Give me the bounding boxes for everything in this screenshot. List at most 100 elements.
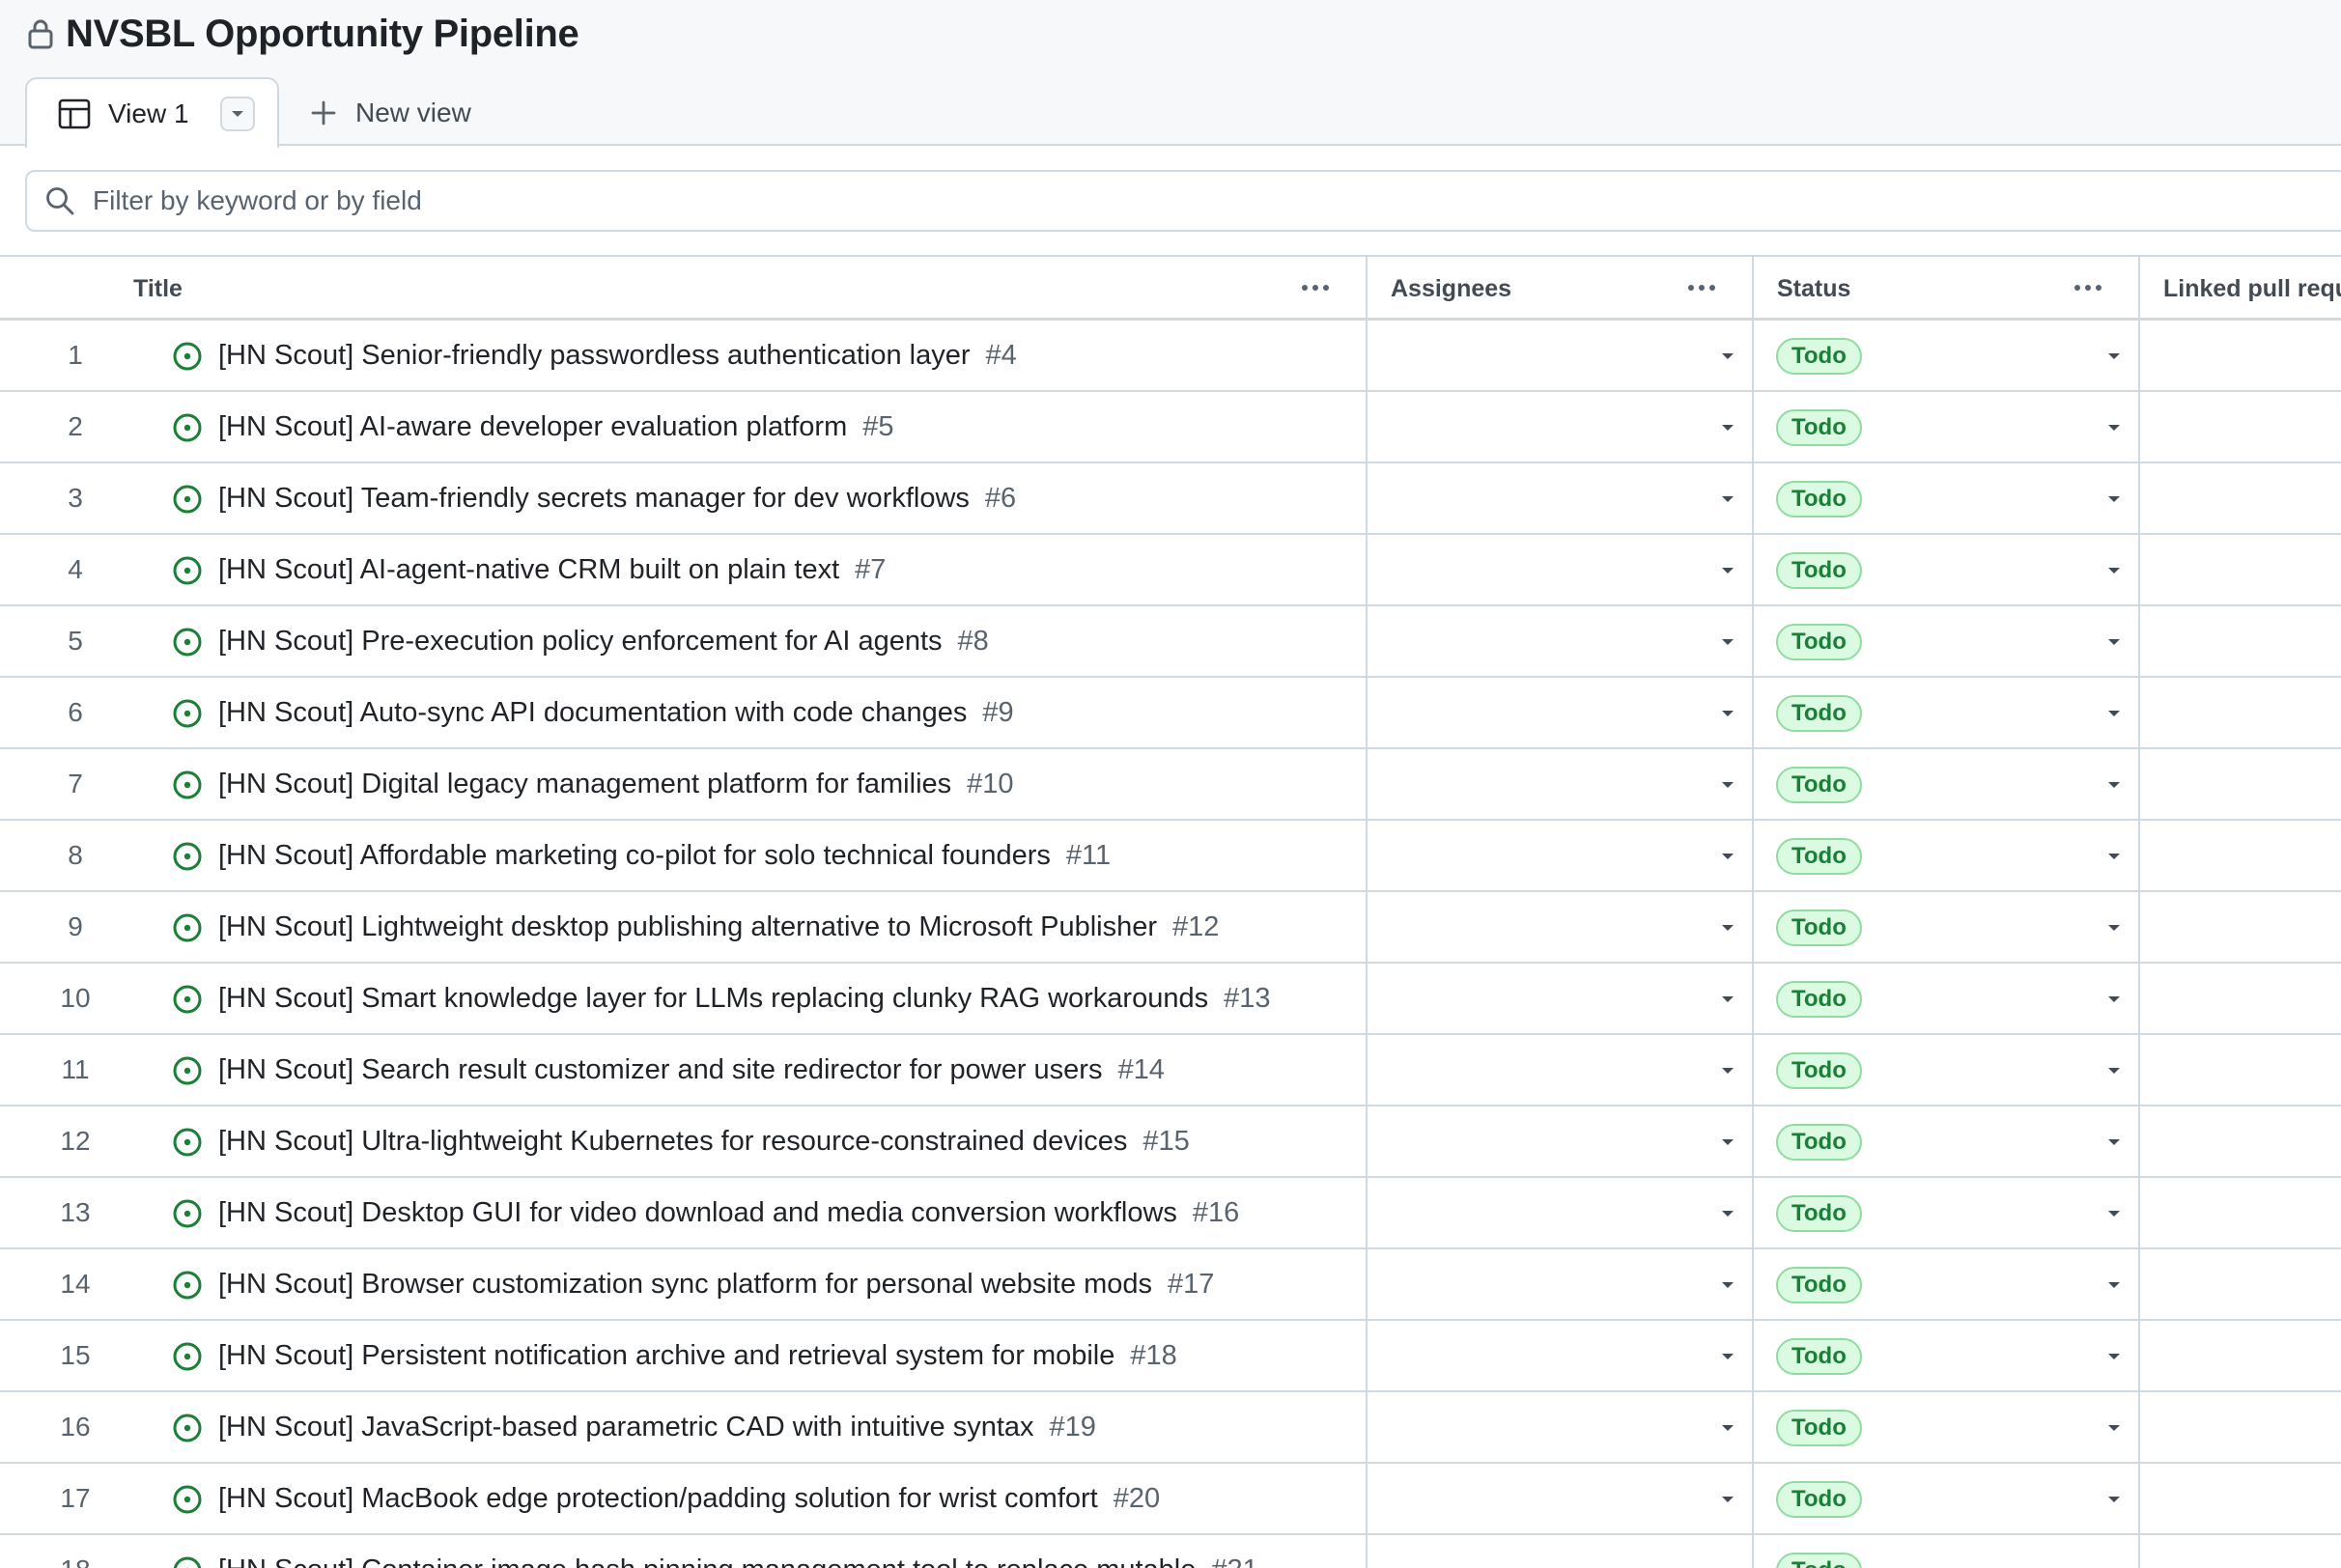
issue-title[interactable]: [HN Scout] Desktop GUI for video downloa…	[218, 1197, 1177, 1229]
issue-title-cell[interactable]: [HN Scout] AI-aware developer evaluation…	[218, 392, 1358, 462]
status-dropdown-icon[interactable]	[2106, 494, 2122, 504]
issue-title[interactable]: [HN Scout] Ultra-lightweight Kubernetes …	[218, 1126, 1127, 1158]
status-dropdown-icon[interactable]	[2106, 1066, 2122, 1076]
issue-title[interactable]: [HN Scout] JavaScript-based parametric C…	[218, 1412, 1034, 1443]
issue-number[interactable]: #10	[967, 769, 1013, 800]
issue-title-cell[interactable]: [HN Scout] Smart knowledge layer for LLM…	[218, 964, 1358, 1033]
assignees-dropdown-icon[interactable]	[1720, 1280, 1735, 1290]
table-row[interactable]: 2 [HN Scout] AI-aware developer evaluati…	[0, 392, 2341, 463]
assignees-dropdown-icon[interactable]	[1720, 1066, 1735, 1076]
table-row[interactable]: 6 [HN Scout] Auto-sync API documentation…	[0, 678, 2341, 749]
status-dropdown-icon[interactable]	[2106, 351, 2122, 361]
assignees-dropdown-icon[interactable]	[1720, 1209, 1735, 1218]
issue-number[interactable]: #16	[1193, 1197, 1239, 1229]
issue-title[interactable]: [HN Scout] Persistent notification archi…	[218, 1340, 1114, 1372]
new-view-button[interactable]: New view	[301, 77, 481, 148]
assignees-dropdown-icon[interactable]	[1720, 1137, 1735, 1147]
issue-number[interactable]: #9	[982, 697, 1013, 729]
issue-title-cell[interactable]: [HN Scout] Digital legacy management pla…	[218, 749, 1358, 819]
column-header-assignees[interactable]: Assignees	[1391, 257, 1511, 321]
issue-number[interactable]: #14	[1117, 1054, 1164, 1086]
issue-title-cell[interactable]: [HN Scout] Persistent notification archi…	[218, 1321, 1358, 1390]
filter-bar[interactable]	[25, 170, 2341, 232]
table-row[interactable]: 1 [HN Scout] Senior-friendly passwordles…	[0, 321, 2341, 392]
table-row[interactable]: 3 [HN Scout] Team-friendly secrets manag…	[0, 463, 2341, 535]
status-dropdown-icon[interactable]	[2106, 637, 2122, 647]
tab-view-1[interactable]: View 1	[25, 77, 279, 148]
status-dropdown-icon[interactable]	[2106, 1423, 2122, 1433]
issue-number[interactable]: #5	[862, 411, 893, 443]
issue-number[interactable]: #8	[958, 626, 989, 658]
status-dropdown-icon[interactable]	[2106, 923, 2122, 933]
status-dropdown-icon[interactable]	[2106, 709, 2122, 718]
status-dropdown-icon[interactable]	[2106, 1280, 2122, 1290]
status-column-menu-button[interactable]	[2067, 272, 2109, 303]
issue-title-cell[interactable]: [HN Scout] MacBook edge protection/paddi…	[218, 1464, 1358, 1533]
table-row[interactable]: 11 [HN Scout] Search result customizer a…	[0, 1035, 2341, 1106]
assignees-dropdown-icon[interactable]	[1720, 994, 1735, 1004]
issue-title[interactable]: [HN Scout] Senior-friendly passwordless …	[218, 340, 971, 372]
status-dropdown-icon[interactable]	[2106, 1352, 2122, 1361]
table-row[interactable]: 10 [HN Scout] Smart knowledge layer for …	[0, 964, 2341, 1035]
issue-title[interactable]: [HN Scout] AI-aware developer evaluation…	[218, 411, 847, 443]
view-options-button[interactable]	[219, 96, 255, 131]
table-row[interactable]: 4 [HN Scout] AI-agent-native CRM built o…	[0, 535, 2341, 606]
issue-number[interactable]: #12	[1172, 911, 1219, 943]
issue-title-cell[interactable]: [HN Scout] Search result customizer and …	[218, 1035, 1358, 1105]
issue-number[interactable]: #15	[1142, 1126, 1189, 1158]
issue-title[interactable]: [HN Scout] Lightweight desktop publishin…	[218, 911, 1157, 943]
column-header-linked-pull-requests[interactable]: Linked pull requ	[2163, 257, 2341, 321]
issue-title[interactable]: [HN Scout] Pre-execution policy enforcem…	[218, 626, 943, 658]
assignees-dropdown-icon[interactable]	[1720, 923, 1735, 933]
table-row[interactable]: 12 [HN Scout] Ultra-lightweight Kubernet…	[0, 1106, 2341, 1178]
issue-number[interactable]: #13	[1224, 983, 1270, 1015]
issue-title-cell[interactable]: [HN Scout] Team-friendly secrets manager…	[218, 463, 1358, 533]
table-row[interactable]: 13 [HN Scout] Desktop GUI for video down…	[0, 1178, 2341, 1249]
column-header-title[interactable]: Title	[133, 257, 183, 321]
issue-number[interactable]: #18	[1130, 1340, 1176, 1372]
issue-title-cell[interactable]: [HN Scout] Senior-friendly passwordless …	[218, 321, 1358, 390]
assignees-dropdown-icon[interactable]	[1720, 709, 1735, 718]
issue-title[interactable]: [HN Scout] AI-agent-native CRM built on …	[218, 554, 839, 586]
assignees-dropdown-icon[interactable]	[1720, 494, 1735, 504]
issue-title[interactable]: [HN Scout] Team-friendly secrets manager…	[218, 483, 970, 515]
issue-title[interactable]: [HN Scout] Smart knowledge layer for LLM…	[218, 983, 1208, 1015]
assignees-dropdown-icon[interactable]	[1720, 637, 1735, 647]
issue-number[interactable]: #17	[1168, 1269, 1214, 1301]
status-dropdown-icon[interactable]	[2106, 566, 2122, 575]
table-row[interactable]: 8 [HN Scout] Affordable marketing co-pil…	[0, 821, 2341, 892]
table-row[interactable]: 5 [HN Scout] Pre-execution policy enforc…	[0, 606, 2341, 678]
issue-number[interactable]: #19	[1050, 1412, 1096, 1443]
column-header-status[interactable]: Status	[1777, 257, 1850, 321]
table-row[interactable]: 9 [HN Scout] Lightweight desktop publish…	[0, 892, 2341, 964]
table-row[interactable]: 7 [HN Scout] Digital legacy management p…	[0, 749, 2341, 821]
issue-title[interactable]: [HN Scout] Affordable marketing co-pilot…	[218, 840, 1051, 872]
table-row[interactable]: 14 [HN Scout] Browser customization sync…	[0, 1249, 2341, 1321]
table-row[interactable]: 17 [HN Scout] MacBook edge protection/pa…	[0, 1464, 2341, 1535]
status-dropdown-icon[interactable]	[2106, 852, 2122, 861]
issue-title-cell[interactable]: [HN Scout] Lightweight desktop publishin…	[218, 892, 1358, 962]
issue-title-cell[interactable]: [HN Scout] Affordable marketing co-pilot…	[218, 821, 1358, 890]
issue-number[interactable]: #7	[855, 554, 886, 586]
assignees-dropdown-icon[interactable]	[1720, 351, 1735, 361]
filter-input[interactable]	[93, 185, 1831, 216]
table-row[interactable]: 18 [HN Scout] Container image hash pinni…	[0, 1535, 2341, 1568]
issue-title-cell[interactable]: [HN Scout] Browser customization sync pl…	[218, 1249, 1358, 1319]
status-dropdown-icon[interactable]	[2106, 1495, 2122, 1504]
table-row[interactable]: 15 [HN Scout] Persistent notification ar…	[0, 1321, 2341, 1392]
issue-title-cell[interactable]: [HN Scout] Pre-execution policy enforcem…	[218, 606, 1358, 676]
assignees-dropdown-icon[interactable]	[1720, 423, 1735, 433]
assignees-dropdown-icon[interactable]	[1720, 1423, 1735, 1433]
issue-number[interactable]: #11	[1066, 840, 1111, 872]
issue-title[interactable]: [HN Scout] Container image hash pinning …	[218, 1554, 1196, 1568]
status-dropdown-icon[interactable]	[2106, 994, 2122, 1004]
status-dropdown-icon[interactable]	[2106, 1137, 2122, 1147]
assignees-column-menu-button[interactable]	[1680, 272, 1723, 303]
issue-number[interactable]: #6	[985, 483, 1016, 515]
table-row[interactable]: 16 [HN Scout] JavaScript-based parametri…	[0, 1392, 2341, 1464]
issue-title-cell[interactable]: [HN Scout] JavaScript-based parametric C…	[218, 1392, 1358, 1462]
assignees-dropdown-icon[interactable]	[1720, 1495, 1735, 1504]
issue-title-cell[interactable]: [HN Scout] AI-agent-native CRM built on …	[218, 535, 1358, 604]
title-column-menu-button[interactable]	[1294, 272, 1337, 303]
assignees-dropdown-icon[interactable]	[1720, 852, 1735, 861]
